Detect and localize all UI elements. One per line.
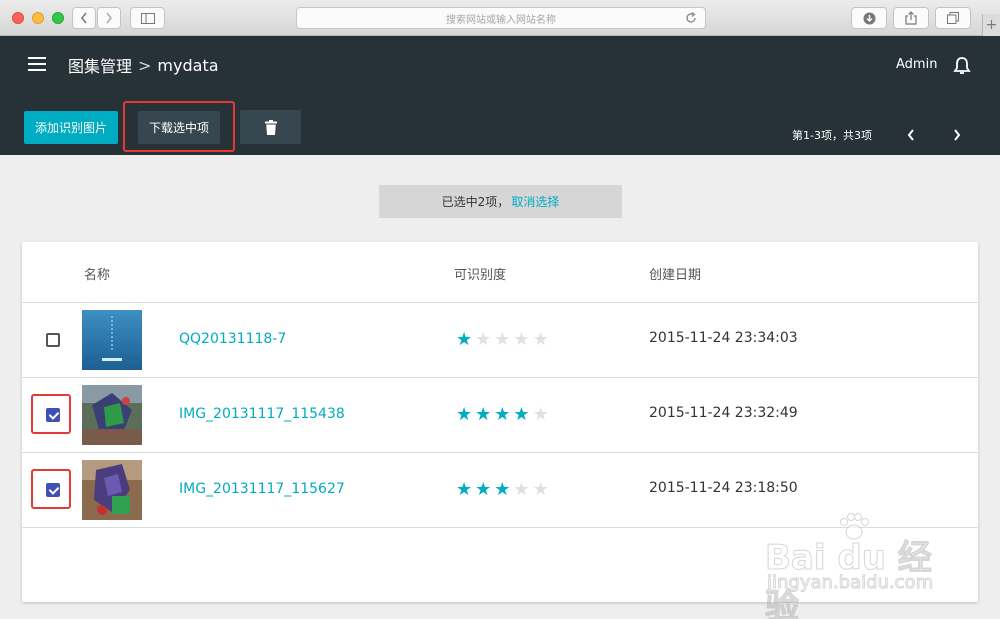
watermark-url: jingyan.baidu.com — [766, 572, 934, 594]
share-icon — [905, 11, 917, 25]
selection-count: 已选中2项， — [441, 195, 510, 209]
tabs-icon — [947, 12, 959, 24]
star-icon: ★ — [475, 329, 492, 350]
star-icon: ★ — [513, 479, 530, 500]
close-window-button[interactable] — [12, 12, 24, 24]
created-date: 2015-11-24 23:18:50 — [649, 480, 798, 496]
forward-button[interactable] — [97, 7, 121, 29]
add-image-button[interactable]: 添加识别图片 — [24, 111, 118, 144]
prev-page-icon[interactable] — [906, 128, 916, 142]
trash-icon — [264, 119, 277, 135]
rating-stars: ★ ★ ★ ★ ★ — [456, 479, 549, 500]
delete-button[interactable] — [240, 110, 301, 144]
next-page-icon[interactable] — [952, 128, 962, 142]
menu-icon[interactable] — [28, 57, 46, 71]
image-name-link[interactable]: QQ20131118-7 — [179, 331, 286, 347]
bell-icon[interactable] — [953, 56, 971, 76]
star-icon: ★ — [494, 329, 511, 350]
image-thumbnail — [82, 385, 142, 445]
star-icon: ★ — [456, 404, 473, 425]
zoom-window-button[interactable] — [52, 12, 64, 24]
user-name[interactable]: Admin — [896, 57, 937, 72]
star-icon: ★ — [532, 479, 549, 500]
chevron-left-icon — [81, 12, 87, 24]
image-thumbnail — [82, 460, 142, 520]
plus-icon: + — [985, 17, 998, 33]
created-date: 2015-11-24 23:32:49 — [649, 405, 798, 421]
row-checkbox[interactable] — [46, 483, 60, 497]
star-icon: ★ — [513, 329, 530, 350]
share-button[interactable] — [893, 7, 929, 29]
table-header: 名称 可识别度 创建日期 — [22, 242, 978, 303]
tabs-overview-button[interactable] — [935, 7, 971, 29]
app-header: 图集管理 > mydata Admin 添加识别图片 下载选中项 第1-3项，共… — [0, 36, 1000, 155]
minimize-window-button[interactable] — [32, 12, 44, 24]
reload-icon[interactable] — [685, 12, 697, 24]
pagination-info: 第1-3项，共3项 — [792, 129, 872, 142]
row-checkbox[interactable] — [46, 333, 60, 347]
star-icon: ★ — [494, 404, 511, 425]
column-recognizability[interactable]: 可识别度 — [454, 264, 506, 283]
star-icon: ★ — [475, 479, 492, 500]
chevron-right-icon — [106, 12, 112, 24]
sidebar-icon — [140, 12, 155, 24]
image-thumbnail — [82, 310, 142, 370]
selection-bar: 已选中2项， 取消选择 — [379, 185, 622, 218]
downloads-button[interactable] — [851, 7, 887, 29]
cancel-selection-link[interactable]: 取消选择 — [511, 193, 559, 210]
breadcrumb: 图集管理 > mydata — [68, 53, 219, 77]
new-tab-button[interactable]: + — [982, 14, 1000, 36]
star-icon: ★ — [532, 329, 549, 350]
row-checkbox[interactable] — [46, 408, 60, 422]
star-icon: ★ — [532, 404, 549, 425]
download-icon — [863, 12, 875, 24]
star-icon: ★ — [456, 479, 473, 500]
rating-stars: ★ ★ ★ ★ ★ — [456, 329, 549, 350]
baidu-jingyan-watermark: Bai du 经验 jingyan.baidu.com — [765, 512, 955, 619]
breadcrumb-separator: > — [138, 55, 152, 75]
rating-stars: ★ ★ ★ ★ ★ — [456, 404, 549, 425]
image-name-link[interactable]: IMG_20131117_115627 — [179, 481, 345, 497]
table-row[interactable]: QQ20131118-7 ★ ★ ★ ★ ★ 2015-11-24 23:34:… — [22, 303, 978, 378]
browser-toolbar: 搜索网站或输入网站名称 + — [0, 0, 1000, 36]
created-date: 2015-11-24 23:34:03 — [649, 330, 798, 346]
address-bar[interactable]: 搜索网站或输入网站名称 — [296, 7, 706, 29]
star-icon: ★ — [456, 329, 473, 350]
download-selected-button[interactable]: 下载选中项 — [138, 111, 220, 144]
breadcrumb-current: mydata — [157, 55, 219, 75]
sidebar-toggle-button[interactable] — [130, 7, 165, 29]
breadcrumb-root[interactable]: 图集管理 — [68, 53, 132, 77]
back-button[interactable] — [72, 7, 96, 29]
star-icon: ★ — [513, 404, 530, 425]
image-name-link[interactable]: IMG_20131117_115438 — [179, 406, 345, 422]
star-icon: ★ — [494, 479, 511, 500]
table-row[interactable]: IMG_20131117_115438 ★ ★ ★ ★ ★ 2015-11-24… — [22, 378, 978, 453]
column-created-date[interactable]: 创建日期 — [649, 264, 701, 283]
column-name[interactable]: 名称 — [84, 264, 110, 283]
address-placeholder: 搜索网站或输入网站名称 — [446, 14, 556, 26]
star-icon: ★ — [475, 404, 492, 425]
